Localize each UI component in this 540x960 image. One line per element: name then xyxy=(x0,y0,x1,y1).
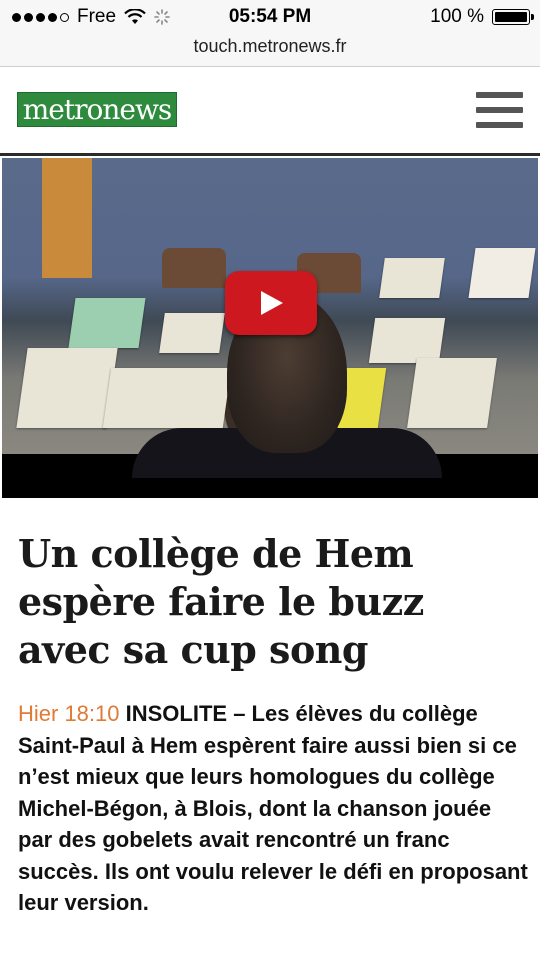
article-summary: Hier 18:10 INSOLITE – Les élèves du coll… xyxy=(18,698,528,919)
address-bar[interactable]: touch.metronews.fr xyxy=(0,34,540,67)
battery-percentage: 100 % xyxy=(430,6,484,27)
battery-icon xyxy=(492,9,534,25)
video-player[interactable] xyxy=(2,158,538,498)
play-icon xyxy=(261,291,283,315)
article-timestamp: Hier 18:10 xyxy=(18,701,120,726)
url-text[interactable]: touch.metronews.fr xyxy=(193,36,346,56)
article-headline[interactable]: Un collège de Hem espère faire le buzz a… xyxy=(18,530,528,674)
play-button[interactable] xyxy=(225,271,317,335)
status-bar: Free 05:54 PM 100 % xyxy=(0,0,540,34)
article-text: INSOLITE – Les élèves du collège Saint-P… xyxy=(18,701,528,915)
hamburger-menu-icon[interactable] xyxy=(476,92,523,128)
status-right: 100 % xyxy=(430,6,534,28)
metronews-logo[interactable]: metronews xyxy=(17,92,177,127)
site-header: metronews xyxy=(0,67,540,156)
